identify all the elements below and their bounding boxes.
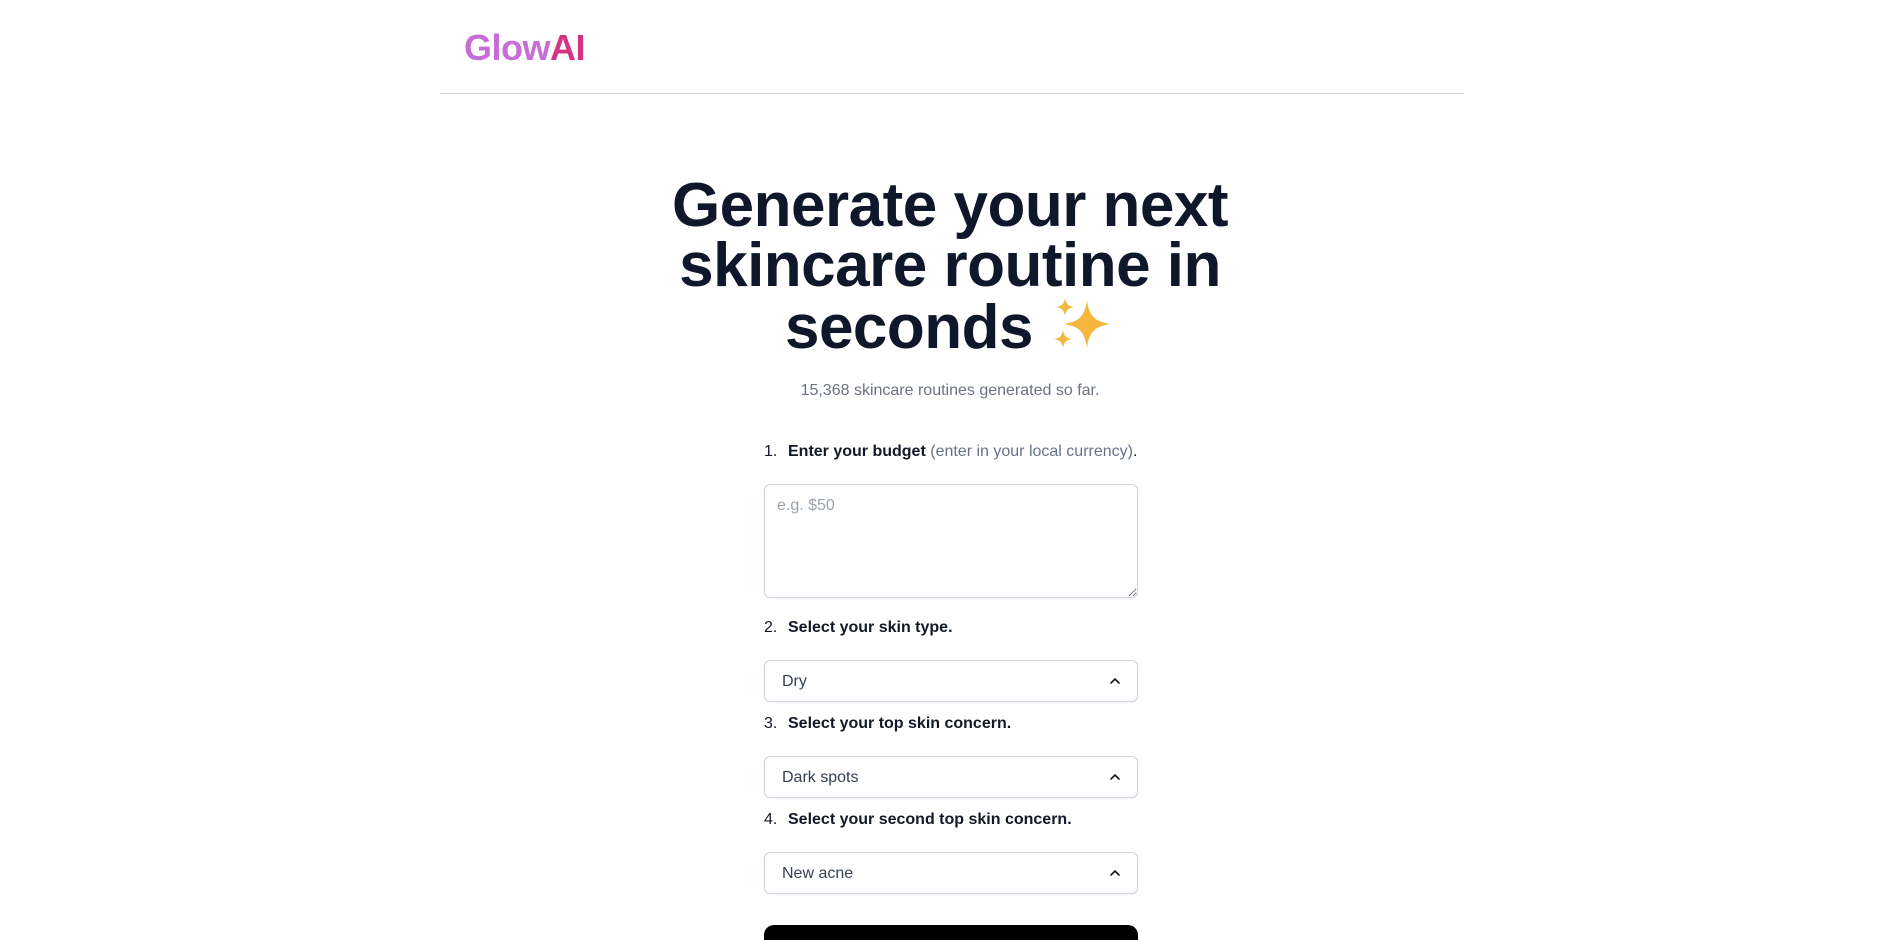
budget-input[interactable] xyxy=(764,484,1138,598)
step-1-suffix: . xyxy=(1132,443,1138,460)
step-1-title: Enter your budget xyxy=(788,443,926,460)
routine-form: 1. Enter your budget (enter in your loca… xyxy=(764,440,1138,894)
step-4-label: 4. Select your second top skin concern. xyxy=(764,808,1138,832)
step-2-number: 2. xyxy=(764,619,778,636)
skin-type-value: Dry xyxy=(782,673,807,690)
page: GlowAI Generate your next skincare routi… xyxy=(0,0,1900,940)
step-2-title: Select your skin type. xyxy=(788,619,953,636)
generate-routine-button[interactable] xyxy=(764,925,1138,940)
page-title: Generate your next skincare routine in s… xyxy=(640,175,1260,362)
logo-text-ai: AI xyxy=(550,27,586,68)
step-4-number: 4. xyxy=(764,811,778,828)
chevron-up-icon xyxy=(1110,678,1120,684)
step-2-label: 2. Select your skin type. xyxy=(764,616,1138,640)
sparkles-icon xyxy=(1051,296,1115,362)
step-1-text: Enter your budget (enter in your local c… xyxy=(788,443,1137,461)
logo[interactable]: GlowAI xyxy=(464,25,586,71)
logo-text-glow: Glow xyxy=(464,27,551,68)
chevron-up-icon xyxy=(1110,774,1120,780)
second-concern-select[interactable]: New acne xyxy=(764,852,1138,894)
top-concern-value: Dark spots xyxy=(782,769,859,786)
step-3-label: 3. Select your top skin concern. xyxy=(764,712,1138,736)
chevron-up-icon xyxy=(1110,870,1120,876)
second-concern-value: New acne xyxy=(782,865,854,882)
hero: Generate your next skincare routine in s… xyxy=(0,175,1900,400)
step-1-label: 1. Enter your budget (enter in your loca… xyxy=(764,440,1138,464)
top-concern-select[interactable]: Dark spots xyxy=(764,756,1138,798)
page-title-text: Generate your next skincare routine in s… xyxy=(671,171,1229,362)
routines-count: 15,368 skincare routines generated so fa… xyxy=(800,382,1100,399)
step-1-number: 1. xyxy=(764,443,778,460)
step-4-title: Select your second top skin concern. xyxy=(788,811,1072,828)
skin-type-select[interactable]: Dry xyxy=(764,660,1138,702)
site-header: GlowAI xyxy=(440,0,1464,94)
step-1-hint: (enter in your local currency) xyxy=(930,443,1133,460)
step-3-title: Select your top skin concern. xyxy=(788,715,1012,732)
step-3-number: 3. xyxy=(764,715,778,732)
